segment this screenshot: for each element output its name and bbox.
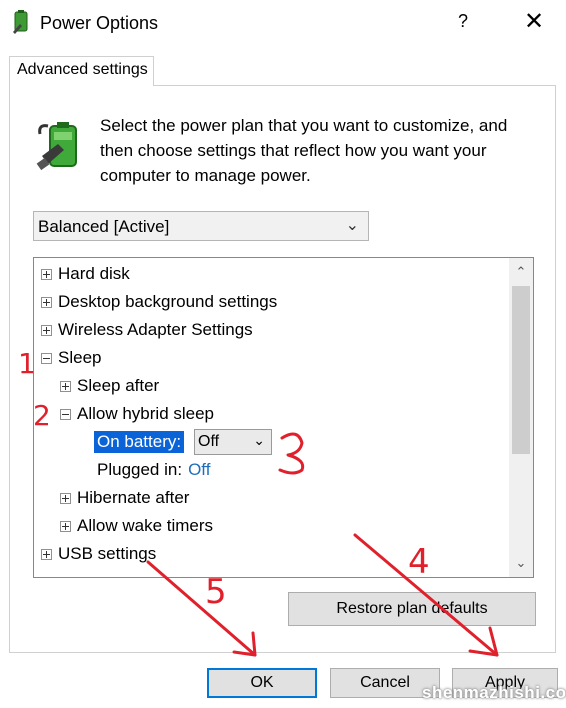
scrollbar-thumb[interactable]	[512, 286, 530, 454]
expand-icon[interactable]	[41, 324, 52, 336]
tree-item-sleep-after[interactable]: Sleep after	[60, 373, 159, 399]
expand-icon[interactable]	[60, 380, 71, 392]
tree-item-allow-wake-timers[interactable]: Allow wake timers	[60, 513, 213, 539]
expand-icon[interactable]	[41, 548, 52, 560]
restore-plan-defaults-button[interactable]: Restore plan defaults	[288, 592, 536, 626]
watermark: shenmazhishi.com	[422, 683, 566, 702]
tab-advanced-settings[interactable]: Advanced settings	[9, 56, 154, 86]
expand-icon[interactable]	[60, 520, 71, 532]
scroll-down-arrow-icon[interactable]: ⌄	[509, 551, 533, 575]
tree-item-usb-settings[interactable]: USB settings	[41, 541, 156, 567]
power-plan-value: Balanced [Active]	[38, 217, 170, 236]
tree-item-wireless-adapter[interactable]: Wireless Adapter Settings	[41, 317, 253, 343]
ok-button[interactable]: OK	[207, 668, 317, 698]
collapse-icon[interactable]	[41, 352, 52, 364]
battery-plug-icon	[36, 122, 77, 171]
tree-item-plugged-in[interactable]: Plugged in: Off	[97, 457, 210, 483]
collapse-icon[interactable]	[60, 408, 71, 420]
window-title: Power Options	[40, 13, 159, 33]
scroll-up-arrow-icon[interactable]: ⌃	[509, 260, 533, 284]
tree-item-sleep[interactable]: Sleep	[41, 345, 101, 371]
chevron-down-icon: ⌄	[253, 432, 265, 448]
tree-scrollbar[interactable]: ⌃ ⌄	[509, 258, 533, 577]
tree-item-hibernate-after[interactable]: Hibernate after	[60, 485, 189, 511]
plugged-in-label: Plugged in:	[97, 460, 183, 479]
expand-icon[interactable]	[60, 492, 71, 504]
title-bar: Power Options ? ✕	[0, 0, 566, 46]
intro-text: Select the power plan that you want to c…	[100, 116, 508, 185]
tree-item-allow-hybrid-sleep[interactable]: Allow hybrid sleep	[60, 401, 214, 427]
close-button[interactable]: ✕	[524, 7, 544, 36]
power-plan-select[interactable]: Balanced [Active] ⌄	[33, 211, 369, 241]
tree-item-desktop-background[interactable]: Desktop background settings	[41, 289, 277, 315]
tree-item-hard-disk[interactable]: Hard disk	[41, 261, 130, 287]
power-options-icon	[13, 10, 28, 34]
on-battery-select[interactable]: Off ⌄	[194, 429, 272, 455]
help-button[interactable]: ?	[458, 11, 468, 32]
plugged-in-value[interactable]: Off	[188, 460, 210, 480]
expand-icon[interactable]	[41, 268, 52, 280]
expand-icon[interactable]	[41, 296, 52, 308]
settings-tree[interactable]: Hard disk Desktop background settings Wi…	[33, 257, 534, 578]
on-battery-value: Off	[198, 433, 220, 450]
tree-item-on-battery[interactable]: On battery:	[94, 429, 185, 455]
chevron-down-icon: ⌄	[345, 217, 359, 234]
on-battery-label: On battery:	[94, 431, 185, 453]
